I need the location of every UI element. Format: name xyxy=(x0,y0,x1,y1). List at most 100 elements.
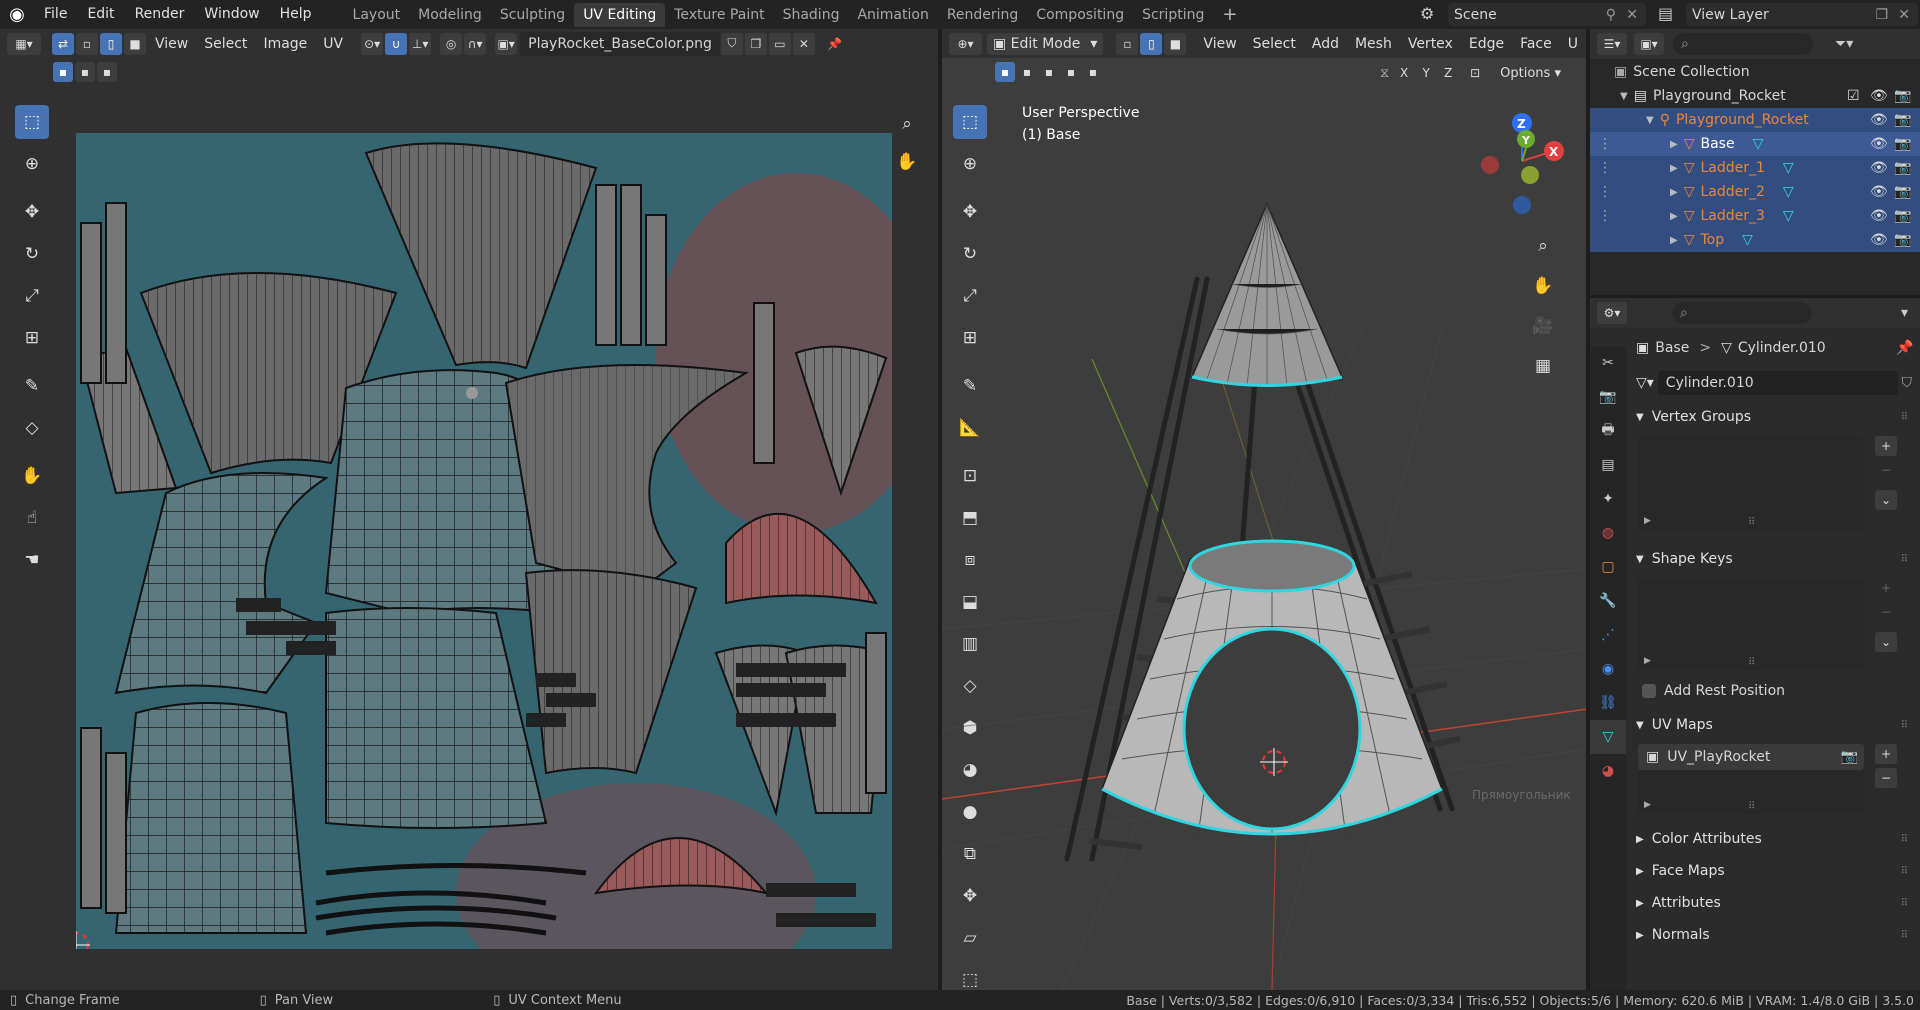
pivot-icon[interactable]: ⊙▾ xyxy=(361,32,384,55)
falloff-icon[interactable]: ∩▾ xyxy=(464,32,487,55)
drag-handle-icon[interactable]: ⠿ xyxy=(1901,866,1908,877)
outliner-row-armature[interactable]: ▼ ⚲ Playground_Rocket 👁 📷 xyxy=(1590,108,1920,132)
pin-icon[interactable]: 📌 xyxy=(824,33,846,55)
tool-tab-icon[interactable]: ✂ xyxy=(1602,346,1614,380)
eye-icon[interactable]: 👁 xyxy=(1870,136,1888,152)
uv-maps-list[interactable]: ▣ UV_PlayRocket 📷 ▶ ⠿ xyxy=(1638,744,1864,814)
normals-panel-header[interactable]: ▶ Normals ⠿ xyxy=(1628,920,1916,950)
select-extend-icon[interactable]: ▪ xyxy=(75,62,95,82)
camera-icon[interactable]: 📷 xyxy=(1894,184,1911,200)
drag-handle-icon[interactable]: ⠿ xyxy=(1901,412,1908,423)
tab-shading[interactable]: Shading xyxy=(774,3,849,27)
shape-keys-list[interactable]: ▶ ⠿ xyxy=(1638,578,1864,670)
checkbox-icon[interactable]: ☑ xyxy=(1847,88,1860,104)
eye-icon[interactable]: 👁 xyxy=(1870,112,1888,128)
add-shape-key-button[interactable]: + xyxy=(1875,578,1897,598)
particles-tab-icon[interactable]: ⋰ xyxy=(1601,618,1615,652)
vertex-group-menu-button[interactable]: ⌄ xyxy=(1875,490,1897,510)
camera-icon[interactable]: 📷 xyxy=(1894,232,1911,248)
select-box-icon[interactable]: ⬚ xyxy=(15,105,49,139)
camera-icon[interactable]: 📷 xyxy=(1841,749,1858,765)
editor-type-icon[interactable]: ☰▾ xyxy=(1597,33,1627,55)
image-browse-icon[interactable]: ▣▾ xyxy=(495,32,518,55)
chevron-down-icon[interactable]: ▼ xyxy=(1620,91,1628,102)
add-rest-position-checkbox[interactable] xyxy=(1642,684,1656,698)
shape-key-menu-button[interactable]: ⌄ xyxy=(1875,632,1897,652)
eye-icon[interactable]: 👁 xyxy=(1870,208,1888,224)
editor-type-icon[interactable]: ⚙▾ xyxy=(1597,302,1627,324)
gizmo-x-label[interactable]: X xyxy=(1549,145,1559,159)
pin-icon[interactable]: ⚲ xyxy=(1606,7,1616,23)
image-name-field[interactable]: PlayRocket_BaseColor.png xyxy=(520,31,720,56)
annotate-icon[interactable]: ✎ xyxy=(15,369,49,403)
snap-icon[interactable]: ∪ xyxy=(385,32,408,55)
scene-icon[interactable]: ⚙ xyxy=(1420,4,1434,23)
tab-layout[interactable]: Layout xyxy=(344,3,410,27)
tab-compositing[interactable]: Compositing xyxy=(1027,3,1133,27)
chevron-right-icon[interactable]: ▶ xyxy=(1670,139,1678,150)
mesh-hole[interactable] xyxy=(1182,627,1362,831)
transform-icon[interactable]: ⊞ xyxy=(15,321,49,355)
pinch-icon[interactable]: ☚ xyxy=(15,543,49,577)
copy-icon[interactable]: ❐ xyxy=(1875,7,1888,23)
outliner-row-ladder-3[interactable]: ⋮ ▶ ▽ Ladder_3 ▽ 👁 📷 xyxy=(1590,204,1920,228)
menu-file[interactable]: File xyxy=(34,0,77,29)
uv-menu-uv[interactable]: UV xyxy=(315,36,351,52)
expand-icon[interactable]: ▶ xyxy=(1644,516,1651,526)
proportional-edit-icon[interactable]: ◎ xyxy=(440,32,463,55)
menu-help[interactable]: Help xyxy=(270,0,322,29)
rip-icon[interactable]: ◇ xyxy=(15,411,49,445)
tab-uv-editing[interactable]: UV Editing xyxy=(574,2,666,27)
datablock-name-field[interactable]: Cylinder.010 xyxy=(1657,371,1898,395)
fake-user-icon[interactable]: ⛉ xyxy=(720,32,743,55)
outliner-scene-collection[interactable]: ▣ Scene Collection xyxy=(1590,60,1920,84)
output-tab-icon[interactable]: 🖶 xyxy=(1601,414,1614,448)
pan-hand-icon[interactable]: ✋ xyxy=(1528,271,1558,301)
outliner-row-base[interactable]: ⋮ ▶ ▽ Base ▽ 👁 📷 xyxy=(1590,132,1920,156)
shape-keys-panel-header[interactable]: ▼ Shape Keys ⠿ xyxy=(1628,544,1916,574)
editor-type-icon[interactable]: ▦▾ xyxy=(7,32,41,55)
add-uv-map-button[interactable]: + xyxy=(1875,744,1897,764)
vertex-groups-panel-header[interactable]: ▼ Vertex Groups ⠿ xyxy=(1628,402,1916,432)
drag-handle-icon[interactable]: ⠿ xyxy=(1901,554,1908,565)
resize-grip-icon[interactable]: ⠿ xyxy=(1748,517,1755,528)
fake-user-icon[interactable]: ⛉ xyxy=(1902,375,1913,391)
navigation-gizmo[interactable]: Z X Y xyxy=(1470,109,1570,219)
relax-icon[interactable]: ☝ xyxy=(15,501,49,535)
material-tab-icon[interactable]: ◕ xyxy=(1602,754,1614,788)
view-layer-icon[interactable]: ▤ xyxy=(1658,4,1673,23)
drag-handle-icon[interactable]: ⠿ xyxy=(1901,930,1908,941)
scene-tab-icon[interactable]: ✦ xyxy=(1602,482,1614,516)
remove-shape-key-button[interactable]: − xyxy=(1875,602,1897,622)
select-set-icon[interactable]: ▪ xyxy=(53,62,73,82)
cursor-icon[interactable]: ⊕ xyxy=(15,147,49,181)
add-vertex-group-button[interactable]: + xyxy=(1875,436,1897,456)
remove-vertex-group-button[interactable]: − xyxy=(1875,460,1897,480)
constraints-tab-icon[interactable]: ⛓ xyxy=(1599,686,1617,720)
camera-icon[interactable]: 📷 xyxy=(1894,112,1911,128)
scale-icon[interactable]: ⤢ xyxy=(15,279,49,313)
outliner-row-ladder-2[interactable]: ⋮ ▶ ▽ Ladder_2 ▽ 👁 📷 xyxy=(1590,180,1920,204)
drag-handle-icon[interactable]: ⠿ xyxy=(1901,720,1908,731)
tab-rendering[interactable]: Rendering xyxy=(938,3,1028,27)
chevron-right-icon[interactable]: ▶ xyxy=(1670,235,1678,246)
blender-logo-icon[interactable]: ◉ xyxy=(0,0,34,29)
chevron-down-icon[interactable]: ▼ xyxy=(1646,115,1654,126)
snap-options-icon[interactable]: ⊥▾ xyxy=(409,32,432,55)
outliner-row-ladder-1[interactable]: ⋮ ▶ ▽ Ladder_1 ▽ 👁 📷 xyxy=(1590,156,1920,180)
tab-animation[interactable]: Animation xyxy=(848,3,937,27)
mesh-data-tab-icon[interactable]: ▽ xyxy=(1590,720,1626,754)
chevron-right-icon[interactable]: ▶ xyxy=(1670,187,1678,198)
edge-select-icon[interactable]: ▯ xyxy=(100,32,122,55)
unlink-image-icon[interactable]: ✕ xyxy=(792,32,815,55)
resize-grip-icon[interactable]: ⠿ xyxy=(1748,801,1755,812)
mesh-data-icon[interactable]: ▽ xyxy=(1742,232,1753,248)
view-layer-tab-icon[interactable]: ▤ xyxy=(1601,448,1614,482)
uv-menu-select[interactable]: Select xyxy=(196,36,255,52)
vertex-select-icon[interactable]: ▫ xyxy=(76,32,98,55)
world-tab-icon[interactable]: ◍ xyxy=(1602,516,1614,550)
close-icon[interactable]: ✕ xyxy=(1626,7,1638,23)
outliner-row-collection[interactable]: ▼ ▤ Playground_Rocket ☑ 👁 📷 xyxy=(1590,84,1920,108)
expand-icon[interactable]: ▶ xyxy=(1644,656,1651,666)
select-subtract-icon[interactable]: ▪ xyxy=(97,62,117,82)
